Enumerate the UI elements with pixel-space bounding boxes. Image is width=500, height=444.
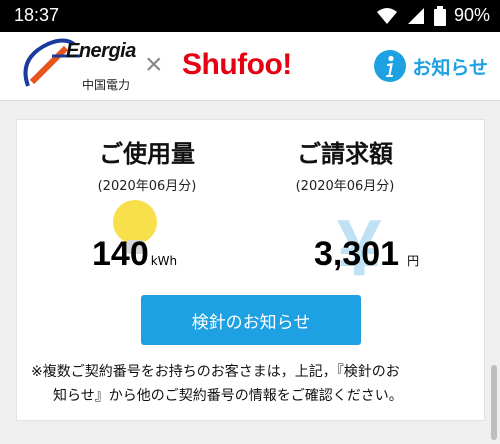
usage-period: (2020年06月分) xyxy=(97,179,197,194)
multi-contract-note: ※複数ご契約番号をお持ちのお客さまは，上記，『検針のお 知らせ』から他のご契約番… xyxy=(31,360,471,408)
billing-value: 3,301 xyxy=(314,235,400,273)
meter-reading-notice-button[interactable]: 検針のお知らせ xyxy=(141,295,361,345)
battery-percent: 90% xyxy=(453,5,490,25)
notice-label: お知らせ xyxy=(412,56,488,79)
energia-subtitle: 中国電力 xyxy=(82,78,131,92)
signal-icon xyxy=(407,7,424,24)
battery-icon xyxy=(433,5,446,26)
notice-link[interactable]: お知らせ xyxy=(374,50,488,82)
status-time: 18:37 xyxy=(14,5,60,25)
summary-card: ¥ ご使用量 (2020年06月分) 140 kWh ご請求額 (2020年06月… xyxy=(16,119,485,421)
scrollbar[interactable] xyxy=(491,365,497,440)
info-icon xyxy=(374,50,407,82)
note-line-2: 知らせ』から他のご契約番号の情報をご確認ください。 xyxy=(53,388,403,404)
separator-x: × xyxy=(145,48,163,81)
energia-logo: Energia 中国電力 xyxy=(22,38,137,96)
billing-title: ご請求額 xyxy=(297,140,393,168)
billing-section: ご請求額 (2020年06月分) xyxy=(245,120,445,194)
billing-value-row: 3,301 円 xyxy=(314,235,419,274)
billing-period: (2020年06月分) xyxy=(295,179,395,194)
energia-brand-text: Energia xyxy=(66,40,136,62)
usage-title: ご使用量 xyxy=(99,140,195,168)
main-content: ¥ ご使用量 (2020年06月分) 140 kWh ご請求額 (2020年06月… xyxy=(0,101,500,444)
usage-value-row: 140 kWh xyxy=(92,235,177,274)
status-bar: 18:37 90% xyxy=(0,0,500,32)
usage-value: 140 xyxy=(92,235,149,273)
billing-unit: 円 xyxy=(407,254,420,268)
status-icons: 90% xyxy=(376,5,490,26)
wifi-icon xyxy=(376,7,397,24)
shufoo-logo: Shufoo! xyxy=(182,48,292,81)
usage-section: ご使用量 (2020年06月分) xyxy=(47,120,247,194)
usage-unit: kWh xyxy=(150,254,178,268)
note-line-1: ※複数ご契約番号をお持ちのお客さまは，上記，『検針のお xyxy=(31,364,400,380)
